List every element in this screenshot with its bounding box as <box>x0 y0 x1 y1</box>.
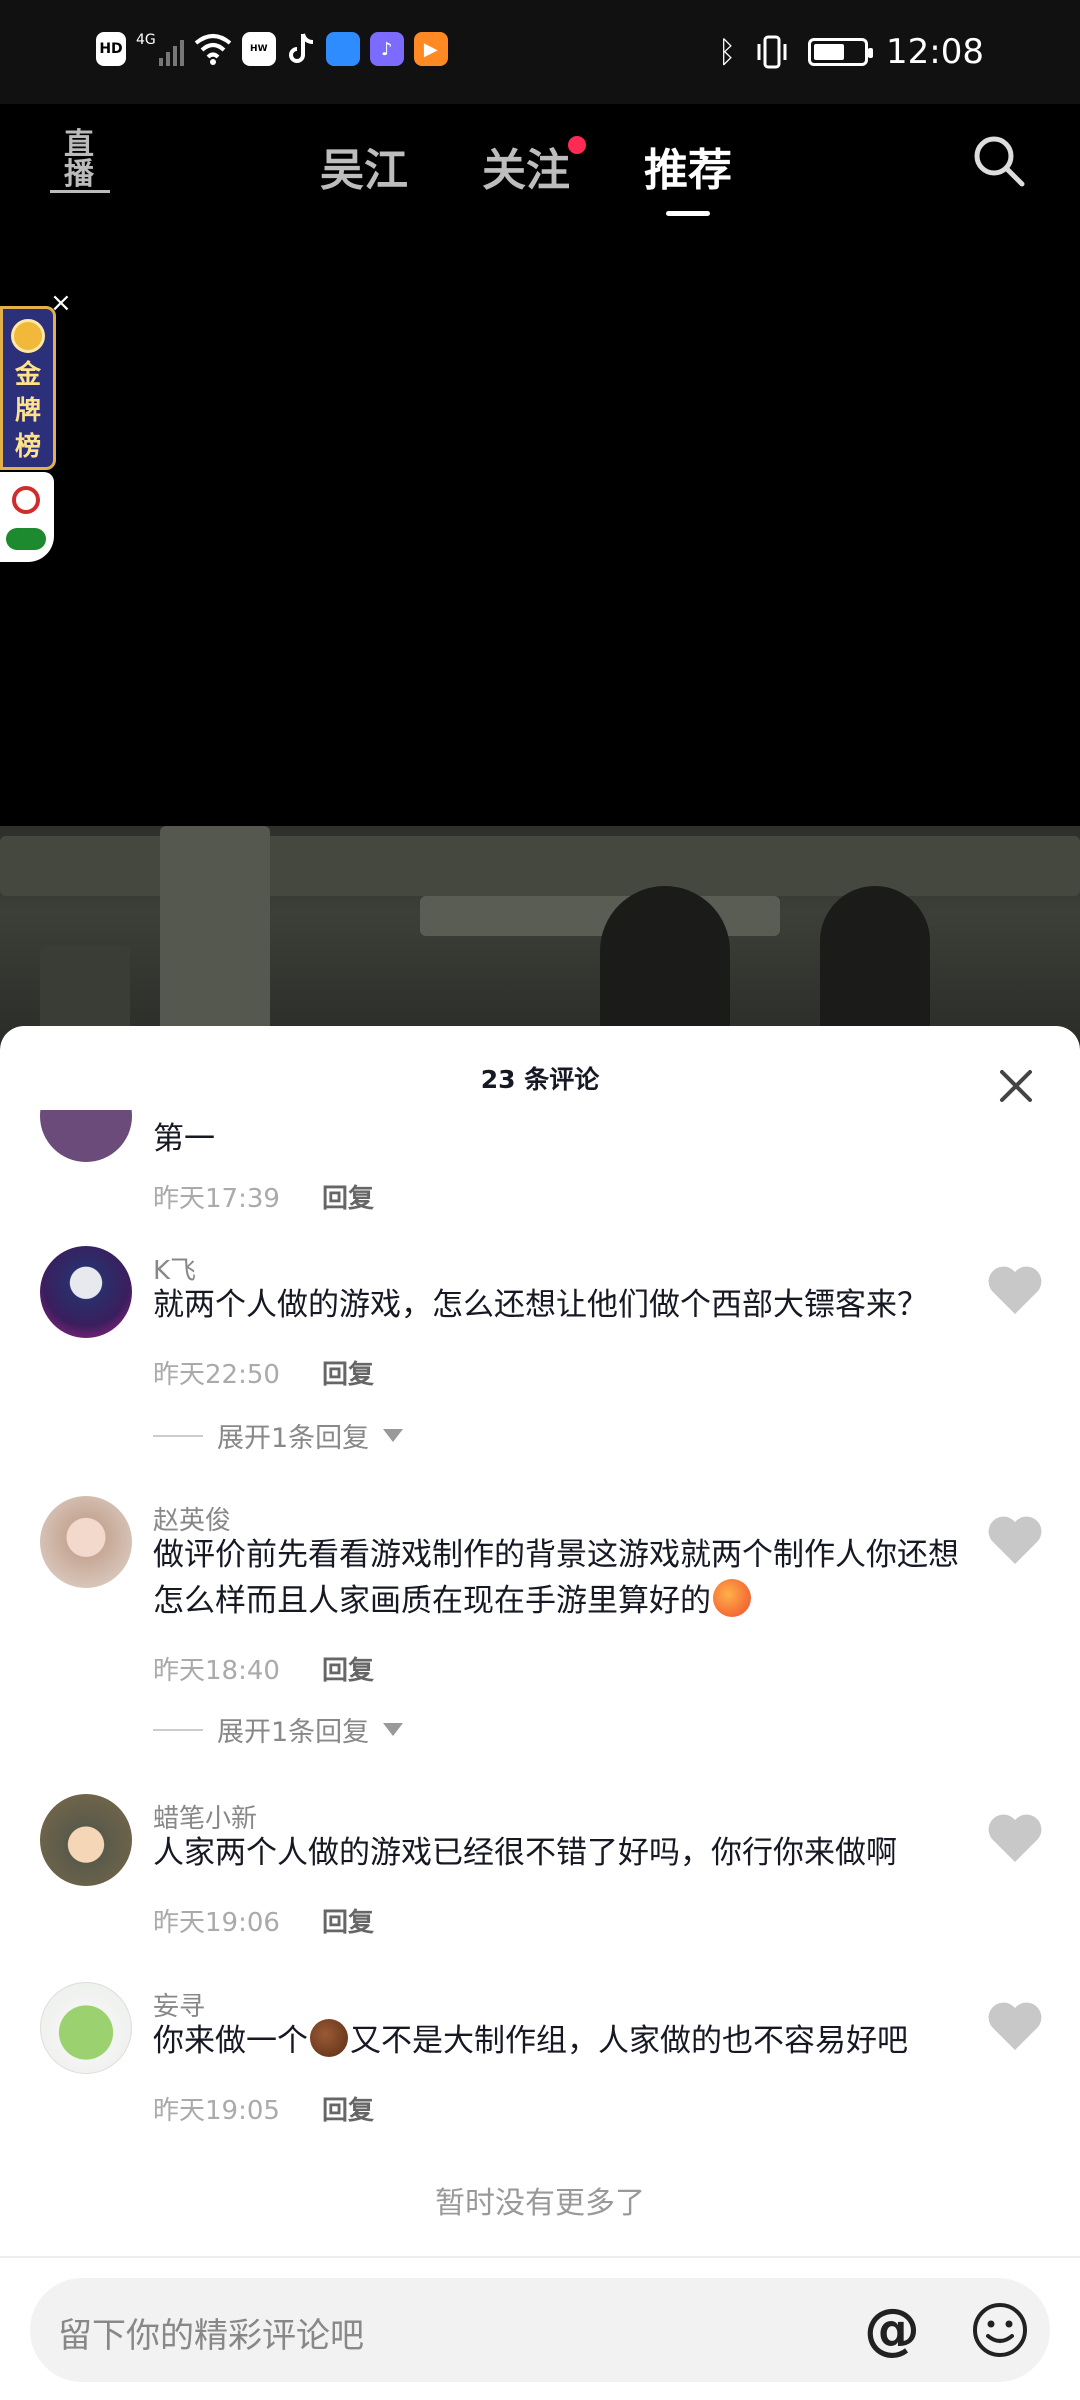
comment-meta: 昨天18:40 回复 <box>153 1650 374 1687</box>
clock: 12:08 <box>886 32 984 72</box>
sponsor-logo <box>0 472 54 562</box>
reply-button[interactable]: 回复 <box>322 2090 374 2127</box>
divider <box>153 1434 203 1437</box>
comments-sheet: 23 条评论 第一 昨天17:39 回复 K飞 就两个人做的游戏，怎么还想让他们… <box>0 1026 1080 2400</box>
top-nav: 直播 吴江 关注 推荐 <box>0 104 1080 224</box>
status-icons-right: ᛒ 12:08 <box>718 32 984 72</box>
heart-icon[interactable] <box>986 1264 1044 1316</box>
reply-button[interactable]: 回复 <box>322 1178 374 1215</box>
network-type-label: 4G <box>136 32 156 48</box>
comments-count-title: 23 条评论 <box>480 1065 600 1094</box>
comment-text-part-a: 你来做一个 <box>153 2023 308 2059</box>
divider <box>153 1728 203 1731</box>
expand-replies-button[interactable]: 展开1条回复 <box>153 1416 404 1455</box>
nav-tabs: 吴江 关注 推荐 <box>320 134 732 216</box>
wifi-icon <box>194 34 232 65</box>
medal-panel: 金 牌 榜 <box>0 306 56 470</box>
comment-meta: 昨天17:39 回复 <box>153 1178 374 1215</box>
yili-logo-icon <box>6 528 46 550</box>
comment-text-body: 做评价前先看看游戏制作的背景这游戏就两个制作人你还想怎么样而且人家画质在现在手游… <box>153 1537 959 1619</box>
caret-down-icon <box>383 1429 404 1442</box>
gold-medal-badge[interactable]: × 金 牌 榜 <box>0 288 72 562</box>
medal-coin-icon <box>11 319 45 353</box>
tiktok-icon <box>288 33 313 63</box>
battery-icon <box>808 38 874 66</box>
comment-meta: 昨天19:06 回复 <box>153 1902 374 1939</box>
expand-replies-label: 展开1条回复 <box>217 1423 370 1454</box>
heart-icon[interactable] <box>986 2000 1044 2052</box>
comment-input-bar: 留下你的精彩评论吧 @ <box>0 2256 1080 2400</box>
tab-following-label: 关注 <box>482 145 570 196</box>
comment-time: 昨天17:39 <box>153 1184 280 1214</box>
status-bar: HD 4G HW ♪ ▶ ᛒ 12:08 <box>0 0 1080 104</box>
tab-wujiang[interactable]: 吴江 <box>320 134 408 198</box>
video-app-icon: ▶ <box>413 32 448 66</box>
avatar[interactable] <box>40 1246 132 1338</box>
comment-input-placeholder: 留下你的精彩评论吧 <box>58 2316 364 2356</box>
comment-time: 昨天18:40 <box>153 1656 280 1686</box>
tab-following[interactable]: 关注 <box>482 134 586 198</box>
4g-signal-icon: 4G <box>136 32 184 66</box>
heart-icon[interactable] <box>986 1812 1044 1864</box>
comment-text: 人家两个人做的游戏已经很不错了好吗，你行你来做啊 <box>153 1835 897 1871</box>
music-app-icon: ♪ <box>369 32 404 66</box>
close-icon[interactable] <box>996 1066 1036 1106</box>
reply-button[interactable]: 回复 <box>322 1902 374 1939</box>
emoji-icon <box>713 1579 751 1617</box>
hd-badge: HD <box>96 32 126 66</box>
notification-dot <box>568 136 586 154</box>
olympic-rings-icon <box>12 486 40 514</box>
video-scene-image <box>0 826 1080 1046</box>
heart-icon[interactable] <box>986 1514 1044 1566</box>
tab-recommended[interactable]: 推荐 <box>644 134 732 216</box>
video-player[interactable] <box>0 224 1080 830</box>
avatar[interactable] <box>40 1982 132 2074</box>
bluetooth-icon: ᛒ <box>718 34 737 70</box>
avatar[interactable] <box>40 1794 132 1886</box>
mention-button[interactable]: @ <box>862 2300 922 2360</box>
comment-input[interactable]: 留下你的精彩评论吧 @ <box>30 2278 1050 2382</box>
comment-text: 你来做一个 又不是大制作组，人家做的也不容易好吧 <box>153 2018 973 2064</box>
live-label: 直播 <box>50 130 110 193</box>
reply-button[interactable]: 回复 <box>322 1650 374 1687</box>
comment-list[interactable]: 第一 昨天17:39 回复 K飞 就两个人做的游戏，怎么还想让他们做个西部大镖客… <box>0 1110 1080 2280</box>
caret-down-icon <box>383 1723 404 1736</box>
medal-title-char: 牌 <box>14 396 41 426</box>
live-button[interactable]: 直播 <box>50 130 110 193</box>
emoji-icon <box>310 2019 348 2057</box>
status-icons-left: HD 4G HW ♪ ▶ <box>96 32 448 66</box>
vibrate-icon <box>757 35 787 69</box>
huawei-app-icon: HW <box>241 32 276 66</box>
expand-replies-label: 展开1条回复 <box>217 1717 370 1748</box>
medal-title-char: 榜 <box>14 432 41 462</box>
comment-text-part-b: 又不是大制作组，人家做的也不容易好吧 <box>350 2023 908 2059</box>
comment-meta: 昨天19:05 回复 <box>153 2090 374 2127</box>
comment-time: 昨天19:06 <box>153 1908 280 1938</box>
avatar[interactable] <box>40 1110 132 1162</box>
avatar[interactable] <box>40 1496 132 1588</box>
expand-replies-button[interactable]: 展开1条回复 <box>153 1710 404 1749</box>
search-icon[interactable] <box>970 132 1026 188</box>
medal-title-char: 金 <box>14 360 41 390</box>
comment-meta: 昨天22:50 回复 <box>153 1354 374 1391</box>
no-more-comments-label: 暂时没有更多了 <box>435 2186 645 2221</box>
comment-time: 昨天22:50 <box>153 1360 280 1390</box>
emoji-icon[interactable] <box>970 2300 1030 2360</box>
comment-text: 做评价前先看看游戏制作的背景这游戏就两个制作人你还想怎么样而且人家画质在现在手游… <box>153 1532 973 1624</box>
reply-button[interactable]: 回复 <box>322 1354 374 1391</box>
comment-text: 就两个人做的游戏，怎么还想让他们做个西部大镖客来？ <box>153 1287 928 1323</box>
comment-time: 昨天19:05 <box>153 2096 280 2126</box>
comment-text: 第一 <box>153 1121 215 1157</box>
app-icon-blue <box>325 32 360 66</box>
